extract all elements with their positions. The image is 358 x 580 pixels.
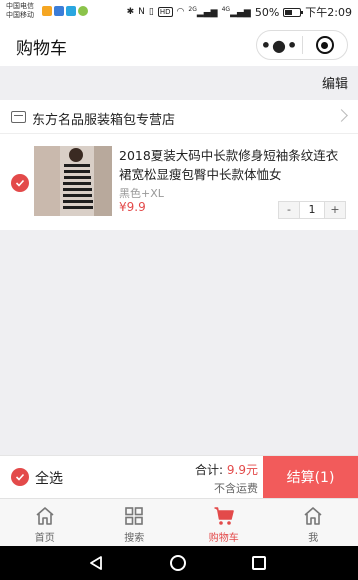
item-checkbox[interactable] <box>11 174 29 192</box>
cart-icon <box>214 507 234 525</box>
status-bar: 中国电信 中国移动 ✱ N ▯ HD ◠ 2G▂▄▆ 4G▂▄▆ 50% 下午2… <box>0 0 358 24</box>
vibrate-icon: ▯ <box>148 7 154 17</box>
recent-apps-icon[interactable] <box>252 556 266 570</box>
checkout-bar: 全选 合计: 9.9元 不含运费 结算(1) <box>0 455 358 498</box>
edit-row: 编辑 <box>0 68 358 96</box>
page-title: 购物车 <box>16 39 67 59</box>
shop-header[interactable]: 东方名品服装箱包专营店 <box>0 100 358 134</box>
store-icon <box>11 111 26 123</box>
app-icon <box>66 6 76 16</box>
tab-me[interactable]: 我 <box>269 499 358 546</box>
status-right: ✱ N ▯ HD ◠ 2G▂▄▆ 4G▂▄▆ 50% 下午2:09 <box>127 4 352 20</box>
nfc-icon: N <box>138 7 145 17</box>
tab-bar: 首页 搜索 购物车 我 <box>0 498 358 546</box>
cart-item: 2018夏装大码中长款修身短袖条纹连衣裙宽松显瘦包臀中长款体恤女 黑色+XL ¥… <box>0 134 358 230</box>
home-circle-icon[interactable] <box>170 555 186 571</box>
shop-name: 东方名品服装箱包专营店 <box>32 113 176 128</box>
chevron-right-icon <box>335 109 348 122</box>
app-icon <box>78 6 88 16</box>
battery-fill <box>285 9 293 15</box>
increase-button[interactable]: + <box>325 202 345 218</box>
product-spec: 黑色+XL <box>119 187 164 200</box>
battery-icon <box>283 7 304 17</box>
clock: 下午2:09 <box>305 6 352 19</box>
carrier-info: 中国电信 中国移动 <box>6 2 34 20</box>
home-icon <box>36 507 54 525</box>
decrease-button[interactable]: - <box>279 202 299 218</box>
system-nav-bar <box>0 546 358 580</box>
close-button[interactable] <box>303 36 347 54</box>
carrier-1: 中国电信 <box>6 2 34 10</box>
more-button[interactable]: •●• <box>257 36 302 55</box>
quantity-stepper: - 1 + <box>278 201 346 219</box>
signal-icon: 2G▂▄▆ <box>188 6 218 18</box>
check-icon <box>15 473 25 481</box>
product-image[interactable] <box>34 146 112 216</box>
notification-icons <box>42 6 88 16</box>
select-all-checkbox[interactable] <box>11 468 29 486</box>
miniprogram-capsule: •●• <box>256 30 348 60</box>
check-icon <box>15 179 25 187</box>
signal-icon: 4G▂▄▆ <box>221 6 251 18</box>
wifi-icon: ◠ <box>176 7 185 17</box>
tab-label: 搜索 <box>124 533 145 544</box>
weibo-icon <box>42 6 52 16</box>
product-price: ¥9.9 <box>119 200 146 214</box>
battery-percent: 50% <box>254 5 280 19</box>
tab-label: 我 <box>308 533 319 544</box>
total-label: 合计: <box>195 463 224 477</box>
quantity-input[interactable]: 1 <box>299 202 325 218</box>
tab-label: 首页 <box>34 533 55 544</box>
target-icon <box>315 36 334 54</box>
back-icon[interactable] <box>88 555 104 571</box>
nav-bar: 购物车 •●• <box>0 24 358 66</box>
total-line: 合计: 9.9元 <box>195 461 258 478</box>
select-all-label[interactable]: 全选 <box>35 468 63 488</box>
total-amount: 9.9元 <box>226 463 258 477</box>
grid-icon <box>125 507 144 525</box>
edit-button[interactable]: 编辑 <box>322 73 348 92</box>
hd-icon: HD <box>157 7 173 17</box>
carrier-2: 中国移动 <box>6 11 34 19</box>
app-icon <box>54 6 64 16</box>
striped-dress-photo <box>34 146 112 216</box>
product-title[interactable]: 2018夏装大码中长款修身短袖条纹连衣裙宽松显瘦包臀中长款体恤女 <box>119 146 349 184</box>
shipping-note: 不含运费 <box>214 482 258 495</box>
tab-cart[interactable]: 购物车 <box>179 499 269 546</box>
tab-home[interactable]: 首页 <box>0 499 90 546</box>
tab-label: 购物车 <box>208 533 239 544</box>
bluetooth-icon: ✱ <box>126 7 135 17</box>
home-icon <box>304 507 322 525</box>
tab-search[interactable]: 搜索 <box>90 499 180 546</box>
checkout-button[interactable]: 结算(1) <box>263 456 358 498</box>
